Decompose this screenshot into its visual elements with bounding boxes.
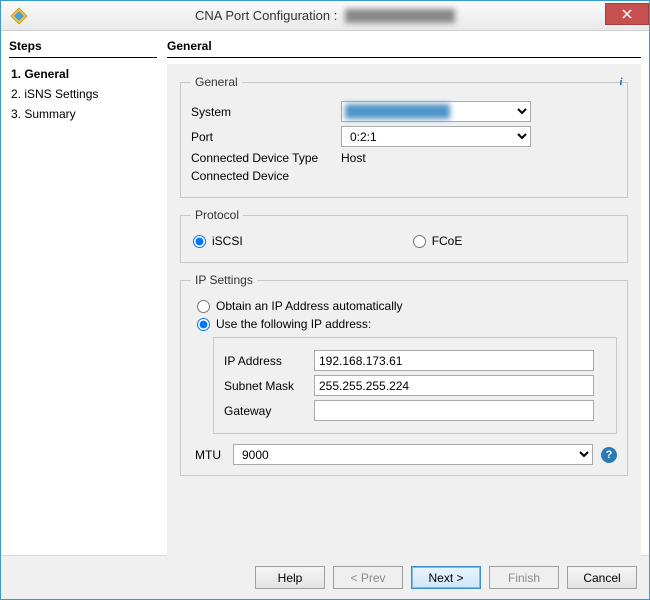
ip-auto[interactable]: Obtain an IP Address automatically — [197, 299, 617, 313]
app-icon — [9, 6, 29, 26]
window-title-text: CNA Port Configuration : — [195, 8, 337, 23]
finish-button[interactable]: Finish — [489, 566, 559, 589]
mtu-label: MTU — [195, 448, 233, 462]
ip-auto-radio[interactable] — [197, 300, 210, 313]
steps-heading: Steps — [9, 37, 157, 58]
steps-panel: Steps 1. General 2. iSNS Settings 3. Sum… — [9, 37, 157, 555]
gateway-input[interactable] — [314, 400, 594, 421]
port-label: Port — [191, 130, 341, 144]
ip-group: IP Settings Obtain an IP Address automat… — [180, 273, 628, 476]
general-legend: General — [191, 75, 242, 89]
next-button[interactable]: Next > — [411, 566, 481, 589]
protocol-iscsi-radio[interactable] — [193, 235, 206, 248]
ip-fields: IP Address Subnet Mask Gateway — [213, 337, 617, 434]
subnet-label: Subnet Mask — [224, 379, 314, 393]
system-label: System — [191, 105, 341, 119]
port-select[interactable]: 0:2:1 — [341, 126, 531, 147]
general-group: General System Port 0:2:1 — [180, 75, 628, 198]
protocol-iscsi-label: iSCSI — [212, 234, 243, 248]
ip-manual[interactable]: Use the following IP address: — [197, 317, 617, 331]
conn-type-value: Host — [341, 151, 617, 165]
main-heading: General — [167, 37, 641, 58]
protocol-iscsi[interactable]: iSCSI — [193, 234, 243, 248]
conn-dev-label: Connected Device — [191, 169, 341, 183]
cancel-button[interactable]: Cancel — [567, 566, 637, 589]
window-title: CNA Port Configuration : — [1, 8, 649, 24]
ip-manual-label: Use the following IP address: — [216, 317, 371, 331]
protocol-fcoe-label: FCoE — [432, 234, 463, 248]
protocol-fcoe-radio[interactable] — [413, 235, 426, 248]
subnet-input[interactable] — [314, 375, 594, 396]
prev-button[interactable]: < Prev — [333, 566, 403, 589]
close-button[interactable] — [605, 3, 649, 25]
protocol-group: Protocol iSCSI FCoE — [180, 208, 628, 263]
ip-address-input[interactable] — [314, 350, 594, 371]
protocol-legend: Protocol — [191, 208, 243, 222]
ip-legend: IP Settings — [191, 273, 257, 287]
main-panel: General i General System Port — [167, 37, 641, 555]
mtu-select[interactable]: 9000 — [233, 444, 593, 465]
step-summary[interactable]: 3. Summary — [11, 104, 157, 124]
help-button[interactable]: Help — [255, 566, 325, 589]
info-icon[interactable]: i — [614, 75, 628, 89]
ip-auto-label: Obtain an IP Address automatically — [216, 299, 403, 313]
ip-manual-radio[interactable] — [197, 318, 210, 331]
system-select[interactable] — [341, 101, 531, 122]
step-isns[interactable]: 2. iSNS Settings — [11, 84, 157, 104]
titlebar: CNA Port Configuration : — [1, 1, 649, 31]
footer: Help < Prev Next > Finish Cancel — [1, 555, 649, 599]
mtu-help-icon[interactable]: ? — [601, 447, 617, 463]
protocol-fcoe[interactable]: FCoE — [413, 234, 463, 248]
step-general[interactable]: 1. General — [11, 64, 157, 84]
gateway-label: Gateway — [224, 404, 314, 418]
ip-address-label: IP Address — [224, 354, 314, 368]
conn-type-label: Connected Device Type — [191, 151, 341, 165]
window-title-redacted — [345, 9, 455, 23]
